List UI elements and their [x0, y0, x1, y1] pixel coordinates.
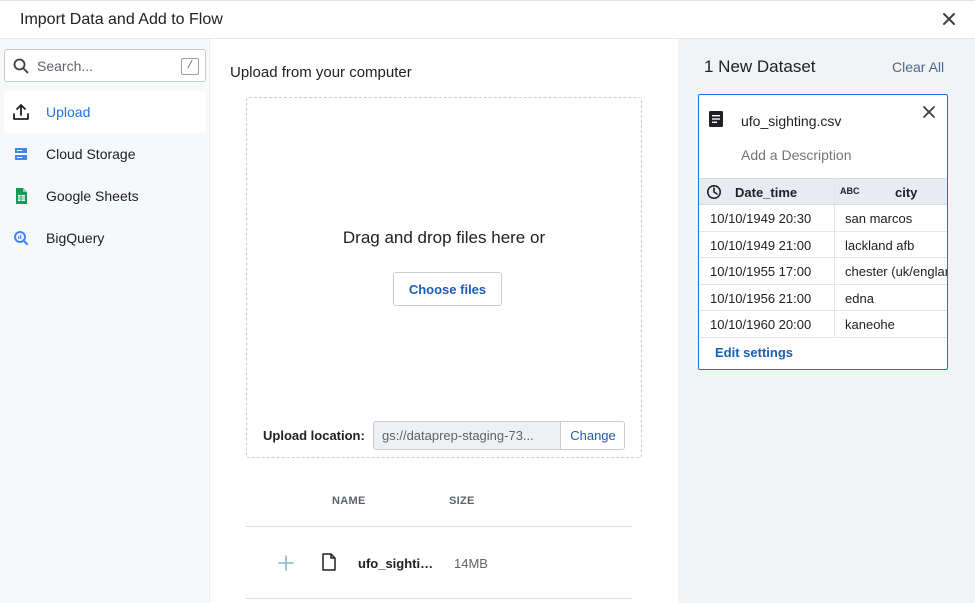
files-table-header: NAME SIZE	[246, 487, 632, 527]
cloud-storage-icon	[15, 148, 27, 160]
search-input[interactable]	[37, 56, 177, 76]
choose-files-button[interactable]: Choose files	[393, 272, 502, 306]
upload-location-field: gs://dataprep-staging-73... Change	[373, 421, 625, 450]
edit-settings-link[interactable]: Edit settings	[715, 345, 793, 360]
column-header-name[interactable]: NAME	[332, 495, 366, 507]
change-location-button[interactable]: Change	[560, 422, 624, 449]
dropzone-text: Drag and drop files here or	[342, 228, 546, 247]
table-row: 10/10/1949 21:00 lackland afb	[699, 232, 947, 258]
file-size: 14MB	[454, 556, 488, 571]
column-divider	[834, 178, 835, 338]
column-header-date-time[interactable]: Date_time	[699, 179, 834, 206]
dialog-titlebar: Import Data and Add to Flow	[0, 0, 975, 39]
add-description-field[interactable]: Add a Description	[741, 147, 852, 163]
column-name: city	[895, 185, 918, 200]
sidebar-item-google-sheets[interactable]: Google Sheets	[4, 175, 206, 217]
sidebar-item-label: Google Sheets	[46, 188, 139, 204]
sidebar-item-bigquery[interactable]: BigQuery	[4, 217, 206, 259]
table-row: ufo_sightin... 14MB	[246, 527, 632, 599]
dataset-card: ufo_sighting.csv Add a Description Date_…	[698, 94, 948, 370]
column-header-city[interactable]: ABC city	[835, 179, 947, 206]
upload-icon	[13, 104, 29, 120]
column-header-size[interactable]: SIZE	[449, 495, 475, 507]
search-shortcut-hint: /	[181, 58, 199, 75]
clear-all-link[interactable]: Clear All	[892, 59, 944, 75]
new-datasets-panel: 1 New Dataset Clear All ufo_sighting.csv…	[678, 39, 975, 603]
upload-location-label: Upload location:	[263, 428, 365, 443]
bigquery-icon	[14, 231, 29, 246]
file-icon	[322, 553, 336, 571]
sidebar-item-label: BigQuery	[46, 230, 105, 246]
plus-icon[interactable]	[278, 555, 294, 571]
table-cell: 10/10/1960 20:00	[710, 317, 812, 332]
table-cell: 10/10/1956 21:00	[710, 290, 812, 306]
remove-dataset-icon[interactable]	[921, 104, 937, 120]
table-row: 10/10/1960 20:00 kaneohe	[699, 311, 947, 338]
sidebar: / Upload Cloud Storage Google Sheets	[0, 39, 210, 603]
table-cell: kaneohe	[845, 317, 895, 332]
table-cell: san marcos	[845, 211, 913, 226]
table-cell: chester (uk/england)	[845, 264, 947, 279]
upload-main-panel: Upload from your computer Drag and drop …	[210, 39, 678, 603]
table-row: 10/10/1956 21:00 edna	[699, 285, 947, 311]
table-row: 10/10/1949 20:30 san marcos	[699, 205, 947, 232]
search-box[interactable]: /	[4, 49, 206, 82]
string-type-glyph: ABC	[840, 186, 860, 196]
table-cell: lackland afb	[845, 237, 915, 253]
close-icon[interactable]	[940, 10, 958, 28]
table-cell: 10/10/1955 17:00	[710, 264, 812, 279]
sidebar-item-label: Cloud Storage	[46, 146, 136, 162]
dialog-title: Import Data and Add to Flow	[20, 11, 223, 28]
sidebar-item-label: Upload	[46, 104, 91, 120]
sidebar-item-upload[interactable]: Upload	[4, 91, 206, 133]
table-cell: 10/10/1949 20:30	[710, 211, 812, 226]
table-row: 10/10/1955 17:00 chester (uk/england)	[699, 258, 947, 285]
page-heading: Upload from your computer	[230, 64, 412, 81]
clock-icon	[707, 185, 721, 199]
preview-header-row: Date_time ABC city	[699, 178, 947, 206]
document-icon	[709, 111, 723, 127]
column-name: Date_time	[735, 185, 798, 200]
table-cell: 10/10/1949 21:00	[710, 237, 812, 253]
table-cell: edna	[845, 290, 874, 306]
string-type-icon: ABC	[840, 186, 860, 196]
upload-location-path: gs://dataprep-staging-73...	[382, 428, 534, 443]
file-name: ufo_sightin...	[358, 556, 438, 571]
sidebar-item-cloud-storage[interactable]: Cloud Storage	[4, 133, 206, 175]
search-icon	[13, 58, 29, 74]
dataset-filename: ufo_sighting.csv	[741, 113, 842, 129]
google-sheets-icon	[16, 188, 27, 204]
new-dataset-count-title: 1 New Dataset	[704, 57, 816, 76]
file-dropzone[interactable]: Drag and drop files here or Choose files…	[246, 97, 642, 458]
